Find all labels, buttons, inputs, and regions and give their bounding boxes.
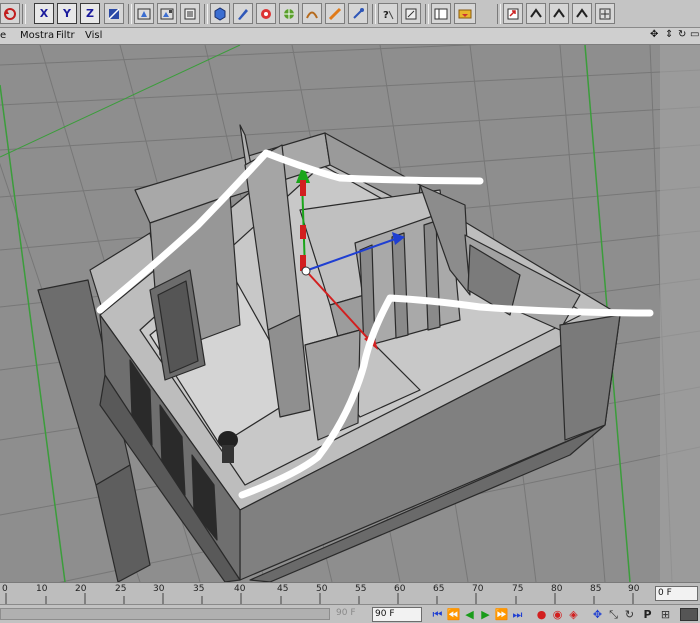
tick-label: 65	[433, 584, 445, 594]
menu-item-edit[interactable]: e	[0, 30, 6, 41]
point-level-key-icon[interactable]: ⊞	[658, 607, 673, 622]
menu-item-vista[interactable]: Visl	[85, 30, 102, 41]
script-icon[interactable]	[401, 3, 421, 24]
viewport-rotate-icon[interactable]: ↻	[678, 29, 686, 40]
tick-label: 90	[628, 584, 640, 594]
next-key-icon[interactable]: ⏩	[494, 607, 509, 622]
viewport-move-icon[interactable]: ✥	[650, 29, 658, 40]
playback-bar: 90 F 90 F ⏮ ⏪ ◀ ▶ ⏩ ⏭ ● ◉ ◈ ✥ ⤡ ↻ P ⊞	[0, 604, 700, 623]
view-tool-icon-3[interactable]	[572, 3, 592, 24]
help-icon[interactable]: ?	[378, 3, 398, 24]
current-frame-value: 90 F	[375, 609, 395, 619]
lock-z-axis-button[interactable]: Z	[80, 3, 100, 24]
axis-y-label: Y	[63, 7, 71, 20]
position-key-icon[interactable]: ✥	[590, 607, 605, 622]
separator	[372, 4, 376, 24]
separator	[497, 4, 501, 24]
separator	[128, 4, 132, 24]
tick-label: 10	[36, 584, 48, 594]
main-toolbar: X Y Z ?	[0, 0, 700, 28]
tick-label: 55	[355, 584, 367, 594]
record-key-icon[interactable]: ●	[534, 607, 549, 622]
scene-object-icon[interactable]	[325, 3, 345, 24]
view-tool-icon-1[interactable]	[526, 3, 546, 24]
go-to-start-icon[interactable]: ⏮	[430, 607, 445, 622]
separator	[22, 4, 26, 24]
autokey-icon[interactable]: ◉	[550, 607, 565, 622]
tick-label: 40	[234, 584, 246, 594]
camera-icon[interactable]	[348, 3, 368, 24]
tick-label: 85	[590, 584, 602, 594]
separator	[425, 4, 429, 24]
current-frame-field[interactable]: 90 F	[372, 607, 422, 622]
tick-label: 80	[551, 584, 563, 594]
lock-x-axis-button[interactable]: X	[34, 3, 54, 24]
coordinate-system-icon[interactable]	[104, 3, 124, 24]
end-frame-value: 0 F	[658, 588, 672, 598]
end-frame-field[interactable]: 0 F	[655, 586, 698, 601]
tick-label: 50	[316, 584, 328, 594]
cube-primitive-icon[interactable]	[210, 3, 230, 24]
rotation-key-icon[interactable]: ↻	[622, 607, 637, 622]
render-picture-viewer-icon[interactable]	[157, 3, 177, 24]
move-tool-icon[interactable]	[503, 3, 523, 24]
axis-z-label: Z	[86, 7, 94, 20]
axis-x-label: X	[39, 7, 49, 20]
pen-spline-icon[interactable]	[233, 3, 253, 24]
tick-label: 70	[472, 584, 484, 594]
tick-label: 75	[512, 584, 524, 594]
lock-y-axis-button[interactable]: Y	[57, 3, 77, 24]
tick-label: 30	[153, 584, 165, 594]
keyframe-selection-icon[interactable]: ◈	[566, 607, 581, 622]
nurbs-icon[interactable]	[256, 3, 276, 24]
play-forward-icon[interactable]: ▶	[478, 607, 493, 622]
timeline-ruler[interactable]: 0 10 20 25 30 35 40 45 50 55 60 65 70 75…	[0, 582, 700, 604]
parameter-key-label: P	[643, 608, 652, 621]
render-view-icon[interactable]	[134, 3, 154, 24]
tick-label: 0	[2, 584, 8, 594]
tick-label: 35	[193, 584, 205, 594]
play-backward-icon[interactable]: ◀	[462, 607, 477, 622]
menu-item-filtro[interactable]: Filtr	[56, 30, 75, 41]
view-tool-icon-2[interactable]	[549, 3, 569, 24]
tick-label: 25	[115, 584, 127, 594]
current-frame-faded: 90 F	[336, 608, 356, 618]
viewport-canvas	[0, 45, 700, 582]
scene-import-icon[interactable]	[454, 3, 476, 24]
svg-text:?: ?	[383, 10, 389, 21]
viewport-toggle-icon[interactable]: ▭	[690, 29, 699, 40]
scale-key-icon[interactable]: ⤡	[606, 607, 621, 622]
menu-item-mostra[interactable]: Mostra	[20, 30, 54, 41]
object-manager-icon[interactable]	[595, 3, 615, 24]
array-icon[interactable]	[279, 3, 299, 24]
previous-key-icon[interactable]: ⏪	[446, 607, 461, 622]
viewport-menubar: e Mostra Filtr Visl ✥ ⇕ ↻ ▭	[0, 28, 700, 45]
undo-icon[interactable]	[0, 3, 20, 24]
tick-label: 20	[75, 584, 87, 594]
go-to-end-icon[interactable]: ⏭	[510, 607, 525, 622]
parameter-key-button[interactable]: P	[640, 607, 655, 622]
viewport-zoom-icon[interactable]: ⇕	[665, 29, 673, 40]
deformer-icon[interactable]	[302, 3, 322, 24]
frame-slider[interactable]	[0, 608, 330, 620]
tick-label: 45	[277, 584, 289, 594]
layout-icon[interactable]	[431, 3, 451, 24]
tick-label: 60	[394, 584, 406, 594]
3d-viewport[interactable]	[0, 45, 700, 582]
timeline-options-icon[interactable]	[680, 608, 698, 621]
separator	[204, 4, 208, 24]
render-settings-icon[interactable]	[180, 3, 200, 24]
